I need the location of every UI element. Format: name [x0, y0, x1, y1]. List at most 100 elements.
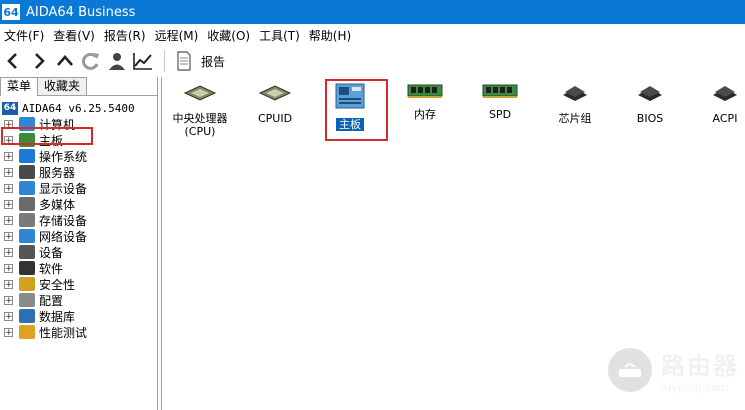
tree-item-label: 操作系统	[39, 149, 88, 164]
menu-bar: 文件(F) 查看(V) 报告(R) 远程(M) 收藏(O) 工具(T) 帮助(H…	[0, 24, 745, 46]
menu-report[interactable]: 报告(R)	[100, 27, 151, 44]
watermark-subtext: luyouqi.com	[661, 381, 729, 394]
item-acpi[interactable]: ACPI	[689, 83, 745, 125]
menu-favorites[interactable]: 收藏(O)	[203, 27, 255, 44]
back-icon[interactable]	[0, 48, 26, 74]
tree-item-server[interactable]: + 服务器	[0, 164, 157, 180]
expand-icon[interactable]: +	[4, 311, 13, 321]
chipset-icon	[539, 83, 611, 106]
database-icon	[19, 309, 35, 323]
window-title: AIDA64 Business	[26, 4, 136, 20]
storage-icon	[19, 213, 35, 227]
tree-item-database[interactable]: + 数据库	[0, 308, 157, 324]
item-chipset[interactable]: 芯片组	[539, 83, 611, 125]
expand-icon[interactable]: +	[4, 231, 13, 241]
tree-item-shield[interactable]: + 安全性	[0, 276, 157, 292]
up-icon[interactable]	[52, 48, 78, 74]
expand-icon[interactable]: +	[4, 327, 13, 337]
item-memory[interactable]: 内存	[389, 83, 461, 121]
item-cpu[interactable]: 中央处理器 (CPU)	[164, 83, 236, 138]
acpi-icon	[689, 83, 745, 106]
expand-icon[interactable]: +	[4, 215, 13, 225]
report-icon[interactable]	[171, 48, 197, 74]
forward-icon[interactable]	[26, 48, 52, 74]
expand-icon[interactable]: +	[4, 151, 13, 161]
tree-item-label: 网络设备	[39, 229, 88, 244]
cpuid-icon	[239, 83, 311, 106]
menu-remote[interactable]: 远程(M)	[151, 27, 204, 44]
expand-icon[interactable]: +	[4, 247, 13, 257]
highlight-box-motherboard-left	[1, 127, 93, 145]
expand-icon[interactable]: +	[4, 183, 13, 193]
windows-icon	[19, 149, 35, 163]
expand-icon[interactable]: +	[4, 295, 13, 305]
item-cpuid[interactable]: CPUID	[239, 83, 311, 125]
tree-item-config[interactable]: + 配置	[0, 292, 157, 308]
tree-item-benchmark[interactable]: + 性能测试	[0, 324, 157, 340]
server-icon	[19, 165, 35, 179]
item-bios-label: BIOS	[636, 112, 664, 125]
tree-item-speaker[interactable]: + 多媒体	[0, 196, 157, 212]
menu-tools[interactable]: 工具(T)	[255, 27, 305, 44]
item-spd[interactable]: SPD	[464, 83, 536, 121]
tree-item-device[interactable]: + 设备	[0, 244, 157, 260]
menu-view[interactable]: 查看(V)	[49, 27, 100, 44]
bios-icon	[614, 83, 686, 106]
report-button-label[interactable]: 报告	[201, 53, 225, 70]
item-chipset-label: 芯片组	[558, 112, 592, 125]
memory-icon	[389, 83, 461, 102]
tree-root[interactable]: 64 AIDA64 v6.25.5400	[0, 100, 157, 116]
tree-item-network[interactable]: + 网络设备	[0, 228, 157, 244]
tab-favorites[interactable]: 收藏夹	[37, 77, 88, 95]
tab-menu[interactable]: 菜单	[0, 77, 39, 96]
aida64-root-icon: 64	[2, 101, 18, 115]
item-cpu-label2: (CPU)	[184, 125, 216, 138]
menu-help[interactable]: 帮助(H)	[305, 27, 356, 44]
expand-icon[interactable]: +	[4, 263, 13, 273]
watermark-text: 路由器	[661, 352, 739, 380]
shield-icon	[19, 277, 35, 291]
router-logo-icon	[605, 345, 655, 395]
highlight-box-motherboard-right	[325, 79, 388, 141]
tree-root-label: AIDA64 v6.25.5400	[22, 101, 135, 115]
tree-item-display[interactable]: + 显示设备	[0, 180, 157, 196]
toolbar: 报告	[0, 46, 745, 76]
tree-item-label: 存储设备	[39, 213, 88, 228]
expand-icon[interactable]: +	[4, 199, 13, 209]
cpu-icon	[164, 83, 236, 106]
user-icon[interactable]	[104, 48, 130, 74]
refresh-icon[interactable]	[78, 48, 104, 74]
tree-item-label: 服务器	[39, 165, 76, 180]
title-bar: 64 AIDA64 Business	[0, 0, 745, 24]
aida64-logo-icon: 64	[2, 4, 20, 20]
tree-item-label: 显示设备	[39, 181, 88, 196]
menu-file[interactable]: 文件(F)	[0, 27, 49, 44]
network-icon	[19, 229, 35, 243]
item-memory-label: 内存	[414, 108, 436, 121]
tree-item-software[interactable]: + 软件	[0, 260, 157, 276]
tree-item-label: 多媒体	[39, 197, 76, 212]
tree-item-label: 数据库	[39, 309, 76, 324]
tree-item-label: 配置	[39, 293, 64, 308]
config-icon	[19, 293, 35, 307]
software-icon	[19, 261, 35, 275]
benchmark-icon	[19, 325, 35, 339]
tree-item-label: 性能测试	[39, 325, 88, 340]
tree-item-label: 设备	[39, 245, 64, 260]
item-bios[interactable]: BIOS	[614, 83, 686, 125]
tree-item-label: 软件	[39, 261, 64, 276]
item-spd-label: SPD	[488, 108, 512, 121]
tree-item-windows[interactable]: + 操作系统	[0, 148, 157, 164]
device-icon	[19, 245, 35, 259]
tree-list: + 计算机 + 主板 + 操作系统 + 服务器 + 显示设备 + 多媒体 + 存储设备 + 网络设备 + 设备 + 软…	[0, 116, 157, 340]
expand-icon[interactable]: +	[4, 167, 13, 177]
item-cpuid-label: CPUID	[257, 112, 293, 125]
item-acpi-label: ACPI	[712, 112, 738, 125]
display-icon	[19, 181, 35, 195]
tree-item-storage[interactable]: + 存储设备	[0, 212, 157, 228]
tree-item-label: 安全性	[39, 277, 76, 292]
spd-icon	[464, 83, 536, 102]
expand-icon[interactable]: +	[4, 279, 13, 289]
left-tabs: 菜单 收藏夹	[0, 77, 157, 96]
chart-icon[interactable]	[130, 48, 156, 74]
